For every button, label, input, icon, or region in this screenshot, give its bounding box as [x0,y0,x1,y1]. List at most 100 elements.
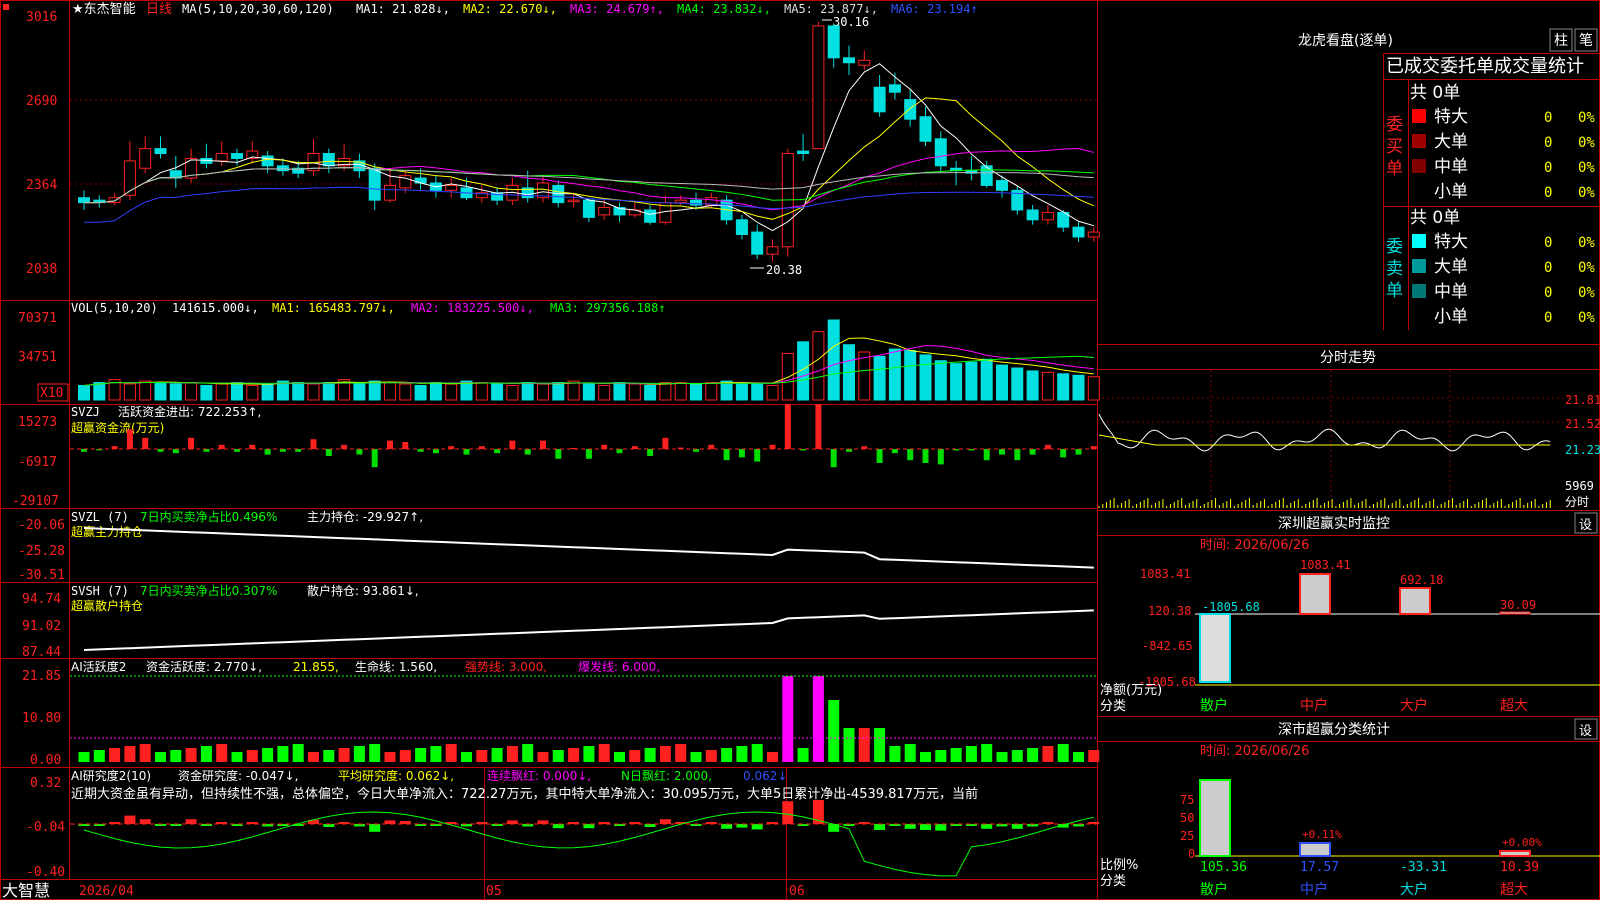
price-tick: 2690 [26,94,57,109]
sell-row-swatch [1412,284,1426,298]
monitor-set-label[interactable]: 设 [1579,518,1592,533]
ai1-bar [415,748,427,762]
class-set-label[interactable]: 设 [1579,724,1592,739]
ai1-bar [109,748,121,762]
volume-bar [1026,370,1039,401]
vol-unit: X10 [40,386,63,401]
svzj-bar [601,444,608,449]
ai1-bar [598,744,610,762]
ai1-label: AI活跃度2 [71,659,126,674]
volume-bar [766,384,779,401]
ai1-v4: 强势线: 3.000, [465,660,547,674]
ai2-tick: 0.32 [30,776,61,791]
ai1-tick: 21.85 [22,669,61,684]
vol-ma1: MA1: 165483.797↓, [272,301,395,315]
buy-row-pct: 0% [1578,110,1595,126]
svzl-tick: -25.28 [18,544,65,559]
svzj-tick: 15273 [18,415,57,430]
candle-body [827,25,840,59]
ai1-bar [659,746,671,762]
ma-line-60 [84,167,1094,204]
svsh-ratio: 7日内买卖净占比0.307% [140,583,277,598]
volume-bar [1011,367,1024,401]
candle-body [1072,226,1085,238]
price-low-label: 20.38 [766,263,802,277]
svsh-tick: 87.44 [22,645,61,660]
svzj-bar [218,444,225,449]
class-bar-chaoda [1499,850,1531,857]
sell-row-name: 小单 [1434,307,1468,327]
ai1-bar [797,748,809,762]
fenshi-tick: 21.23 [1565,443,1600,457]
monitor-bar-sanhu [1199,613,1231,683]
monitor-value-zhonghu: 1083.41 [1300,558,1351,572]
candle-body [797,150,810,155]
ai1-bar [889,746,901,762]
ai2-bar [751,824,763,830]
ai2-bar [506,820,518,824]
class-tick: 75 [1180,793,1194,807]
ai1-tick: 10.80 [22,711,61,726]
period-label[interactable]: 日线 [146,2,172,17]
svzj-bar [891,449,898,454]
volume-bar [1072,374,1085,401]
candle-body [276,165,289,172]
ai1-bar [216,744,228,762]
candle-body [888,84,901,93]
volume-bar [598,384,611,401]
sz-monitor-title: 深圳超赢实时监控 [1278,515,1390,532]
svzj-bar [662,437,669,449]
candle-body [78,197,90,204]
volume-bar [123,383,136,401]
volume-bar [475,382,488,401]
volume-bar [445,383,458,401]
svzj-label: SVZJ [71,405,100,419]
ai1-bar [1088,750,1100,762]
sell-row-swatch [1412,309,1426,323]
zhu-button-label[interactable]: 柱 [1554,33,1568,49]
class-cat: 超大 [1500,882,1528,898]
kline-chart-area[interactable]: ★东杰智能 日线 MA(5,10,20,30,60,120) MA1: 21.8… [0,0,1600,900]
ai1-bar [1027,748,1039,762]
ai2-bar [537,820,549,824]
ai1-bar [491,748,503,762]
svzj-bar [142,437,149,449]
ma1-value: MA1: 21.828↓, [356,2,450,16]
bi-button-label[interactable]: 笔 [1579,33,1593,49]
buy-side-char: 买 [1386,137,1403,157]
svzj-bar [432,449,439,454]
ai1-bar [858,728,870,762]
sell-side-char: 卖 [1386,259,1403,279]
sell-row-pct: 0% [1578,310,1595,326]
vol-ma2: MA2: 183225.500↓, [411,301,534,315]
candle-body [934,138,947,167]
volume-bar [690,383,702,401]
sell-row-count: 0 [1544,285,1552,301]
volume-bar [781,352,794,401]
volume-bar [812,331,825,401]
ai1-bar [231,752,243,762]
vol-ma3: MA3: 297356.188↑ [550,301,666,315]
svzj-bar [494,449,501,454]
monitor-cat: 超大 [1500,698,1528,714]
volume-bar [888,348,901,401]
volume-bar [950,363,963,401]
ai1-bar [751,744,763,762]
svzj-bar [907,449,914,461]
svzj-bar [249,444,256,449]
svzj-bar [723,449,730,461]
candle-body [368,167,381,201]
ai2-bar [1011,824,1023,829]
candle-body [812,25,825,150]
sell-side-label: 委 卖 单 [1386,237,1408,301]
volume-bar [751,383,764,401]
class-pct-label: +0.11% [1302,828,1342,841]
candle-body [123,160,136,196]
ai2-bar [369,824,381,832]
monitor-value-dahu: 692.18 [1400,573,1443,587]
buy-row-count: 0 [1544,160,1552,176]
stock-name: ★东杰智能 [72,2,136,17]
monitor-value-chaoda: 30.09 [1500,598,1536,612]
monitor-time: 时间: 2026/06/26 [1200,538,1309,553]
svzj-bar [815,404,822,449]
